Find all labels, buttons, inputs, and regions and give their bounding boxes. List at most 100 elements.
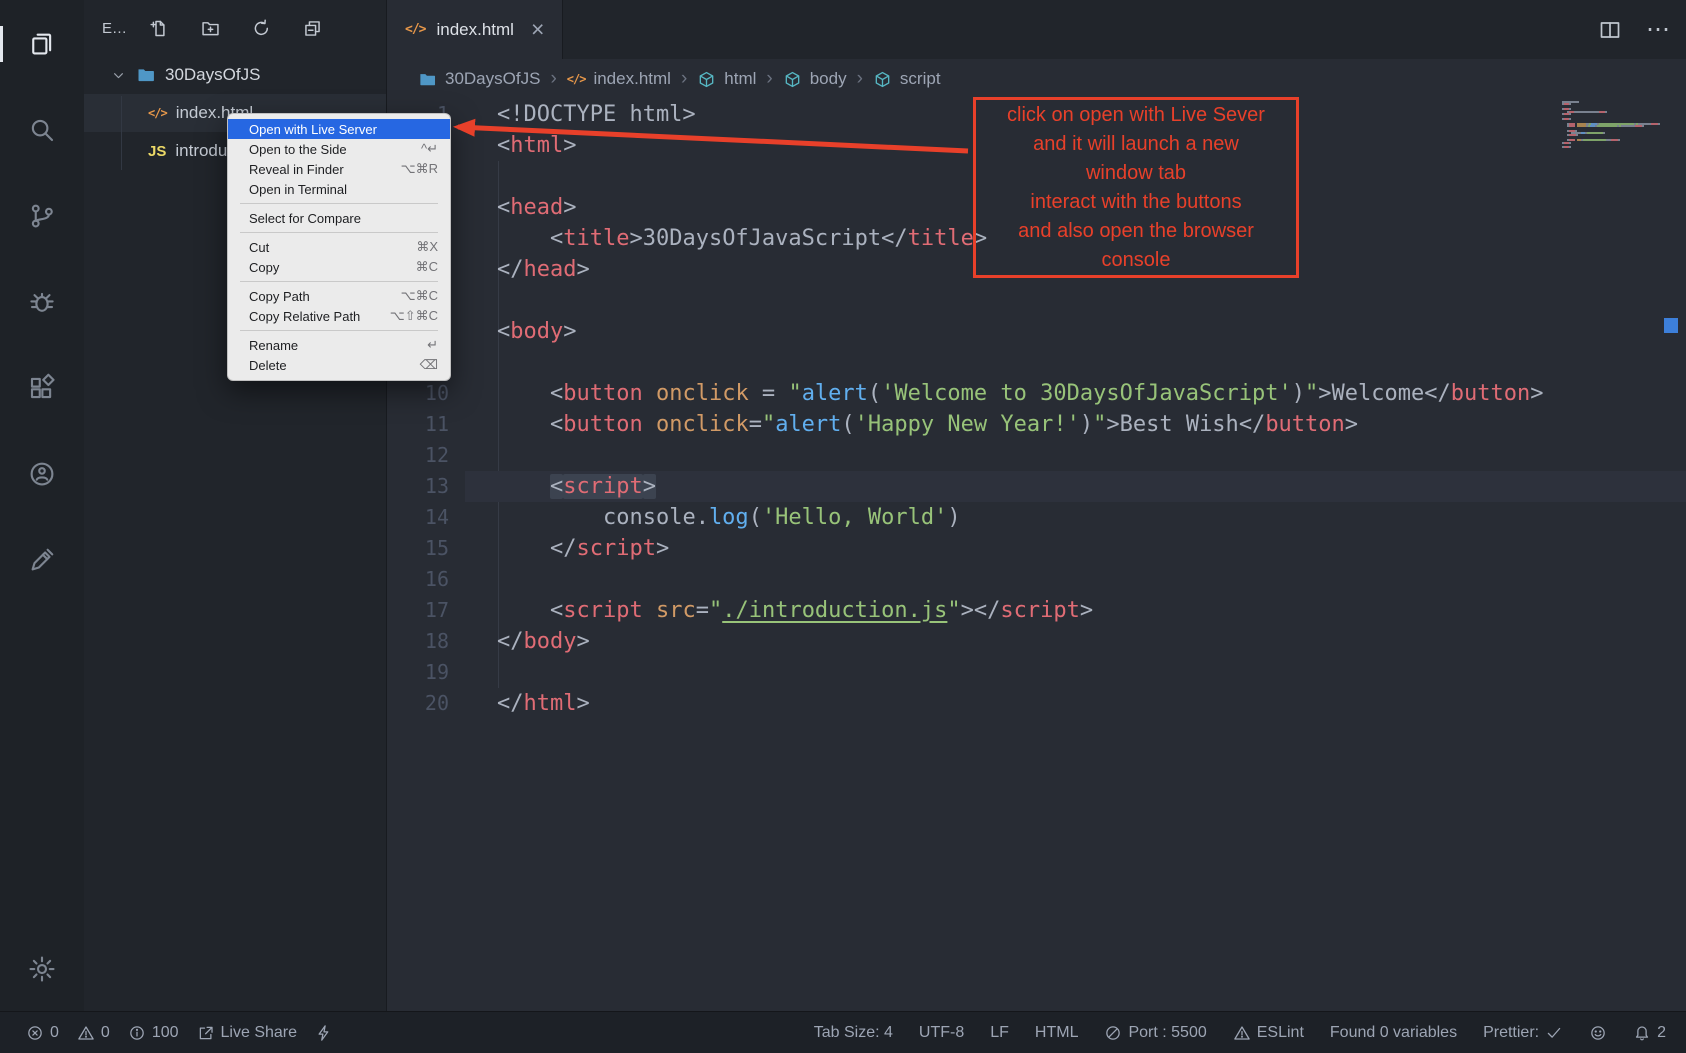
collapse-folders-button[interactable]: [302, 18, 323, 39]
status-end-of-line[interactable]: LF: [990, 1024, 1009, 1042]
code-text: <script src="./introduction.js"></script…: [497, 595, 1093, 626]
status-item-text: Live Share: [221, 1024, 298, 1042]
status-live-share[interactable]: Live Share: [197, 1024, 298, 1042]
code-text: </html>: [497, 688, 590, 719]
menu-item-rename[interactable]: Rename↵: [228, 335, 450, 355]
code-token: >: [563, 133, 576, 158]
code-token: ": [709, 598, 722, 623]
status-found-variables[interactable]: Found 0 variables: [1330, 1024, 1457, 1042]
breadcrumb-item-html[interactable]: html: [697, 69, 756, 89]
code-line[interactable]: 19: [387, 657, 1686, 688]
activity-extensions-button[interactable]: [0, 366, 84, 410]
code-token: </: [1424, 381, 1451, 406]
code-text: </body>: [497, 626, 590, 657]
code-line[interactable]: 15 </script>: [387, 533, 1686, 564]
code-line[interactable]: 14 console.log('Hello, World'): [387, 502, 1686, 533]
code-token: ": [1305, 381, 1318, 406]
status-live-server-port[interactable]: Port : 5500: [1104, 1024, 1206, 1042]
code-text: <html>: [497, 130, 576, 161]
status-bar-left: 00 100 Live Share: [26, 1024, 333, 1042]
status-feedback-smiley[interactable]: [1589, 1024, 1607, 1042]
tab-close-icon[interactable]: ×: [531, 18, 544, 41]
code-line[interactable]: 18</body>: [387, 626, 1686, 657]
activity-feedback-button[interactable]: [0, 538, 84, 582]
menu-item-label: Cut: [249, 240, 404, 255]
breadcrumb-item-script[interactable]: script: [873, 69, 941, 89]
minimap[interactable]: [1562, 101, 1660, 149]
code-token: [497, 226, 550, 251]
menu-separator: [240, 232, 438, 233]
status-notifications[interactable]: 2: [1633, 1024, 1666, 1042]
code-line[interactable]: 17 <script src="./introduction.js"></scr…: [387, 595, 1686, 626]
status-encoding[interactable]: UTF-8: [919, 1024, 964, 1042]
status-prettier[interactable]: Prettier:: [1483, 1024, 1563, 1042]
status-error-count[interactable]: 0: [26, 1024, 59, 1042]
status-quick-action[interactable]: [315, 1024, 333, 1042]
code-text: console.log('Hello, World'): [497, 502, 961, 533]
menu-item-copy[interactable]: Copy⌘C: [228, 257, 450, 277]
new-file-button[interactable]: [149, 18, 170, 39]
code-text: <title>30DaysOfJavaScript</title>: [497, 223, 987, 254]
activity-source-control-button[interactable]: [0, 194, 84, 238]
breadcrumb-separator: ›: [550, 68, 556, 90]
status-language-mode[interactable]: HTML: [1035, 1024, 1079, 1042]
code-line[interactable]: 7: [387, 285, 1686, 316]
menu-item-open-with-live-server[interactable]: Open with Live Server: [228, 119, 450, 139]
line-number: 10: [387, 378, 449, 409]
breadcrumb-item-30daysofjs[interactable]: 30DaysOfJS: [418, 69, 540, 89]
code-token: ): [1292, 381, 1305, 406]
menu-item-delete[interactable]: Delete⌫: [228, 355, 450, 375]
code-token: 30DaysOfJavaScript: [643, 226, 881, 251]
cube-icon: [783, 70, 802, 89]
code-line[interactable]: 20</html>: [387, 688, 1686, 719]
code-token: <: [550, 474, 563, 499]
code-line[interactable]: 9: [387, 347, 1686, 378]
tree-item-30daysofjs[interactable]: 30DaysOfJS: [84, 56, 386, 94]
breadcrumb-label: html: [724, 69, 756, 89]
menu-item-reveal-in-finder[interactable]: Reveal in Finder⌥⌘R: [228, 159, 450, 179]
code-line[interactable]: 8<body>: [387, 316, 1686, 347]
code-token: <!DOCTYPE html>: [497, 102, 696, 127]
menu-item-open-in-terminal[interactable]: Open in Terminal: [228, 179, 450, 199]
menu-item-copy-relative-path[interactable]: Copy Relative Path⌥⇧⌘C: [228, 306, 450, 326]
vscode-window: E... 30DaysOfJS</>index.htmlJSintroducti…: [0, 0, 1686, 1053]
code-line[interactable]: 12: [387, 440, 1686, 471]
activity-explorer-button[interactable]: [0, 22, 84, 66]
activity-settings-button[interactable]: [0, 947, 84, 991]
new-folder-button[interactable]: [200, 18, 221, 39]
code-line[interactable]: 16: [387, 564, 1686, 595]
menu-item-select-for-compare[interactable]: Select for Compare: [228, 208, 450, 228]
code-token: script: [563, 474, 642, 499]
status-eslint[interactable]: ESLint: [1233, 1024, 1304, 1042]
code-line[interactable]: 10 <button onclick = "alert('Welcome to …: [387, 378, 1686, 409]
menu-item-copy-path[interactable]: Copy Path⌥⌘C: [228, 286, 450, 306]
breadcrumb-separator: ›: [857, 68, 863, 90]
tab-label: index.html: [436, 20, 513, 40]
code-token: </: [974, 598, 1001, 623]
tab-bar: </> index.html × ⋯: [387, 0, 1686, 59]
minimap-token: [1605, 111, 1607, 113]
split-editor-icon[interactable]: [1598, 18, 1622, 42]
minimap-token: [1569, 134, 1576, 136]
menu-item-shortcut: ⌘X: [416, 239, 438, 255]
code-token: >: [629, 226, 642, 251]
status-tab-size[interactable]: Tab Size: 4: [814, 1024, 893, 1042]
status-info-count[interactable]: 100: [128, 1024, 179, 1042]
refresh-explorer-button[interactable]: [251, 18, 272, 39]
more-actions-icon[interactable]: ⋯: [1646, 18, 1670, 42]
breadcrumb-item-index-html[interactable]: </>index.html: [567, 69, 671, 89]
menu-item-open-to-the-side[interactable]: Open to the Side^↵: [228, 139, 450, 159]
status-warning-count[interactable]: 0: [77, 1024, 110, 1042]
tab-index-html[interactable]: </> index.html ×: [387, 0, 563, 59]
code-token: <: [550, 226, 563, 251]
code-token: ": [1093, 412, 1106, 437]
breadcrumb-item-body[interactable]: body: [783, 69, 847, 89]
menu-item-cut[interactable]: Cut ⌘X: [228, 237, 450, 257]
activity-search-button[interactable]: [0, 108, 84, 152]
code-token: >: [656, 536, 669, 561]
breadcrumb-label: index.html: [593, 69, 670, 89]
code-line[interactable]: 13 <script>: [387, 471, 1686, 502]
activity-live-share-button[interactable]: [0, 452, 84, 496]
code-line[interactable]: 11 <button onclick="alert('Happy New Yea…: [387, 409, 1686, 440]
activity-run-debug-button[interactable]: [0, 280, 84, 324]
